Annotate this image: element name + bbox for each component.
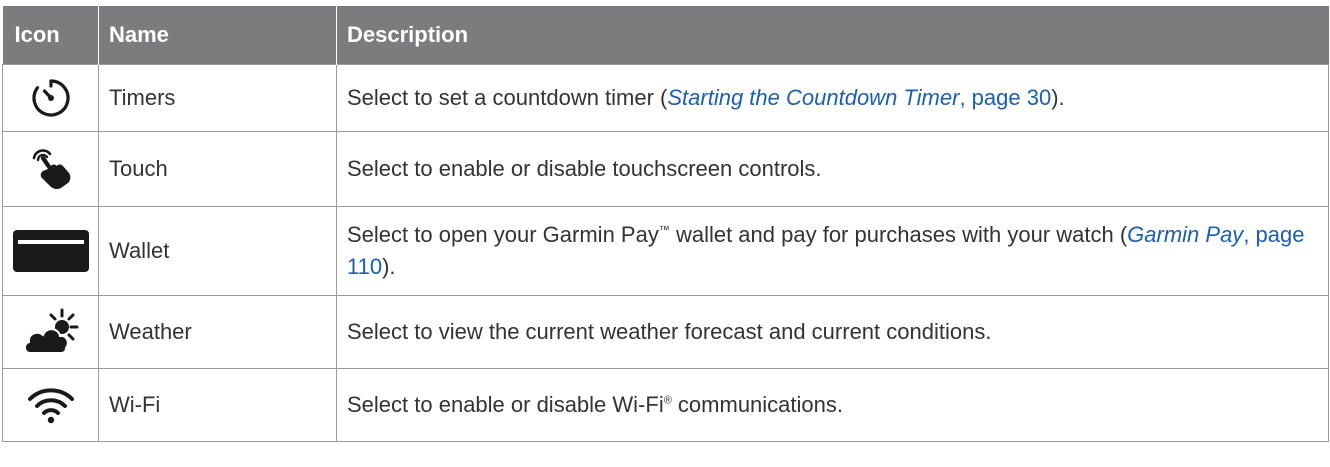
table-row-touch: Touch Select to enable or disable touchs… xyxy=(2,131,1329,207)
table-header-row: Icon Name Description xyxy=(2,6,1329,65)
wallet-card-icon xyxy=(12,230,89,272)
row-name: Timers xyxy=(98,64,337,132)
table-row-wifi: Wi-Fi Select to enable or disable Wi-Fi®… xyxy=(2,368,1329,442)
cross-reference-link[interactable]: Starting the Countdown Timer, page 30 xyxy=(667,85,1051,110)
row-name: Wallet xyxy=(98,206,337,296)
touch-hand-icon xyxy=(32,149,70,190)
row-description: Select to enable or disable touchscreen … xyxy=(336,131,1329,207)
row-name: Wi-Fi xyxy=(98,368,337,442)
weather-cloud-sun-icon xyxy=(23,308,78,354)
row-description: Select to open your Garmin Pay™ wallet a… xyxy=(336,206,1329,296)
row-description: Select to view the current weather forec… xyxy=(336,295,1329,369)
row-name: Touch xyxy=(98,131,337,207)
timer-icon xyxy=(31,79,70,117)
timer-icon-cell xyxy=(2,64,99,132)
header-icon: Icon xyxy=(2,6,99,65)
weather-icon-cell xyxy=(2,295,99,369)
row-description: Select to set a countdown timer (Startin… xyxy=(336,64,1329,132)
table-row-timers: Timers Select to set a countdown timer (… xyxy=(2,64,1329,132)
wifi-icon xyxy=(27,388,74,424)
table-row-weather: Weather Select to view the current weath… xyxy=(2,295,1329,369)
wifi-icon-cell xyxy=(2,368,99,442)
row-name: Weather xyxy=(98,295,337,369)
header-name: Name xyxy=(98,6,337,65)
settings-icons-table: Icon Name Description Timers Select to s… xyxy=(2,6,1329,442)
table-row-wallet: Wallet Select to open your Garmin Pay™ w… xyxy=(2,206,1329,296)
touch-icon-cell xyxy=(2,131,99,207)
wallet-icon-cell xyxy=(2,206,99,296)
header-description: Description xyxy=(336,6,1329,65)
row-description: Select to enable or disable Wi-Fi® commu… xyxy=(336,368,1329,442)
